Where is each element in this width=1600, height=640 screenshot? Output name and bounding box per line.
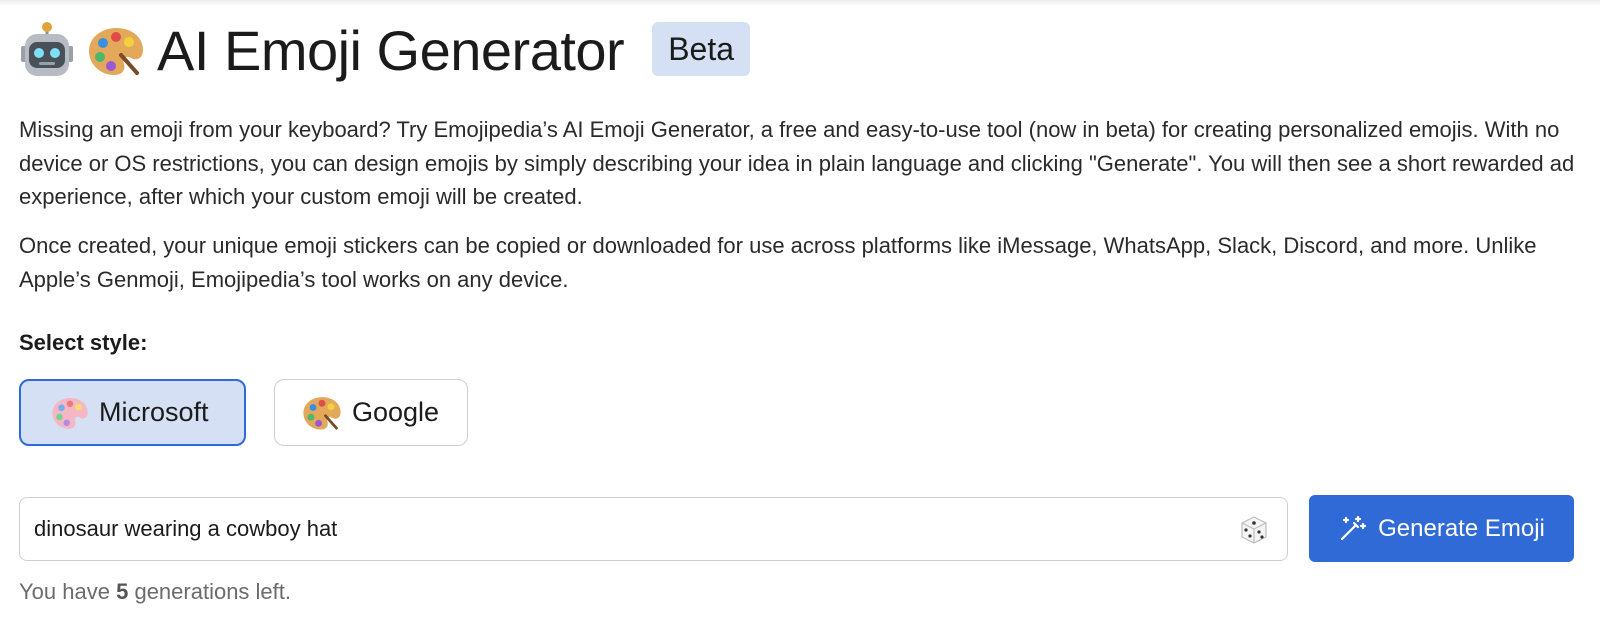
style-option-label: Microsoft [99, 397, 209, 427]
dice-icon[interactable] [1239, 515, 1269, 550]
beta-badge: Beta [652, 22, 751, 76]
intro-paragraph-1: Missing an emoji from your keyboard? Try… [19, 117, 1575, 209]
top-shadow [0, 0, 1600, 6]
generations-count: 5 [116, 579, 129, 604]
page-header: AI Emoji Generator Beta [19, 16, 751, 86]
artist-palette-icon [51, 396, 89, 430]
generate-emoji-button[interactable]: Generate Emoji [1309, 495, 1574, 562]
generate-button-label: Generate Emoji [1378, 514, 1545, 542]
artist-palette-icon [302, 395, 342, 431]
artist-palette-icon [87, 25, 145, 77]
prompt-input[interactable] [34, 516, 1214, 542]
robot-icon [19, 22, 75, 80]
style-option-microsoft[interactable]: Microsoft [19, 379, 246, 446]
page-title: AI Emoji Generator [157, 19, 625, 82]
style-option-google[interactable]: Google [274, 379, 468, 446]
intro-paragraph-2: Once created, your unique emoji stickers… [19, 233, 1537, 292]
generations-remaining: You have 5 generations left. [19, 579, 291, 605]
prompt-field[interactable] [19, 497, 1288, 561]
magic-wand-icon [1338, 515, 1367, 543]
select-style-label: Select style: [19, 330, 148, 355]
generations-prefix: You have [19, 579, 110, 604]
style-option-label: Google [352, 397, 440, 427]
generations-suffix: generations left. [134, 579, 291, 604]
